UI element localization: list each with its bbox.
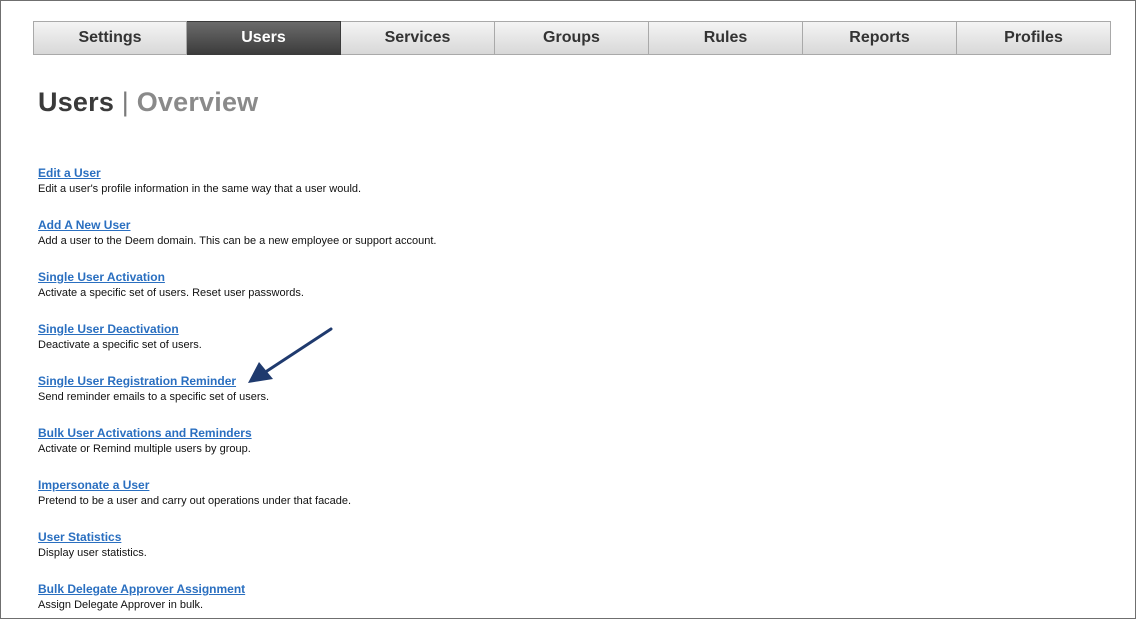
registration-reminder-description: Send reminder emails to a specific set o… (38, 391, 270, 403)
tab-users[interactable]: Users (187, 21, 341, 55)
tab-settings[interactable]: Settings (33, 21, 187, 55)
menu-item-edit-user: Edit a User Edit a user's profile inform… (38, 164, 838, 216)
add-new-user-link[interactable]: Add A New User (38, 218, 130, 233)
single-user-deactivation-description: Deactivate a specific set of users. (38, 339, 202, 351)
bulk-activations-description: Activate or Remind multiple users by gro… (38, 443, 251, 455)
bulk-delegate-approver-description: Assign Delegate Approver in bulk. (38, 599, 204, 611)
edit-user-description: Edit a user's profile information in the… (38, 183, 362, 195)
user-statistics-link[interactable]: User Statistics (38, 530, 121, 545)
tab-reports[interactable]: Reports (803, 21, 957, 55)
bulk-delegate-approver-link[interactable]: Bulk Delegate Approver Assignment (38, 582, 245, 597)
user-statistics-description: Display user statistics. (38, 547, 147, 559)
title-separator: | (121, 87, 129, 117)
impersonate-user-description: Pretend to be a user and carry out opera… (38, 495, 352, 507)
tab-services[interactable]: Services (341, 21, 495, 55)
registration-reminder-link[interactable]: Single User Registration Reminder (38, 374, 236, 389)
edit-user-link[interactable]: Edit a User (38, 166, 101, 181)
menu-item-single-user-activation: Single User Activation Activate a specif… (38, 268, 838, 320)
single-user-deactivation-link[interactable]: Single User Deactivation (38, 322, 179, 337)
tab-profiles[interactable]: Profiles (957, 21, 1111, 55)
menu-item-bulk-delegate-approver: Bulk Delegate Approver Assignment Assign… (38, 580, 838, 618)
tab-groups[interactable]: Groups (495, 21, 649, 55)
main-nav-tabs: Settings Users Services Groups Rules Rep… (33, 21, 1111, 55)
page-title-section: Users (38, 87, 115, 117)
single-user-activation-description: Activate a specific set of users. Reset … (38, 287, 304, 299)
page-title: Users | Overview (38, 87, 258, 118)
menu-item-registration-reminder: Single User Registration Reminder Send r… (38, 372, 838, 424)
add-new-user-description: Add a user to the Deem domain. This can … (38, 235, 437, 247)
single-user-activation-link[interactable]: Single User Activation (38, 270, 165, 285)
menu-item-single-user-deactivation: Single User Deactivation Deactivate a sp… (38, 320, 838, 372)
tab-rules[interactable]: Rules (649, 21, 803, 55)
menu-item-bulk-activations: Bulk User Activations and Reminders Acti… (38, 424, 838, 476)
menu-item-add-new-user: Add A New User Add a user to the Deem do… (38, 216, 838, 268)
users-menu-list: Edit a User Edit a user's profile inform… (38, 164, 838, 618)
impersonate-user-link[interactable]: Impersonate a User (38, 478, 149, 493)
app-window: Settings Users Services Groups Rules Rep… (0, 0, 1136, 619)
menu-item-impersonate-user: Impersonate a User Pretend to be a user … (38, 476, 838, 528)
bulk-activations-link[interactable]: Bulk User Activations and Reminders (38, 426, 252, 441)
page-title-subsection: Overview (136, 87, 259, 117)
menu-item-user-statistics: User Statistics Display user statistics. (38, 528, 838, 580)
